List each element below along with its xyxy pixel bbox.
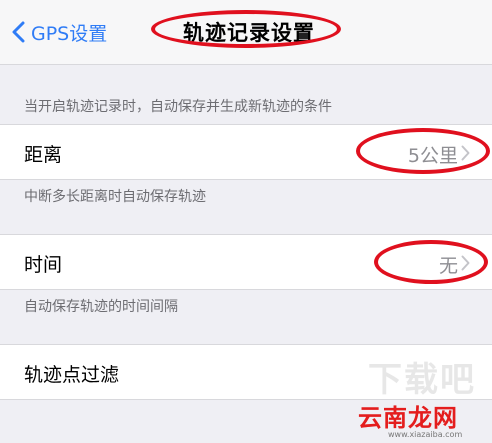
- watermark-ghost: 下载吧: [368, 360, 476, 400]
- chevron-right-icon: [461, 145, 470, 161]
- back-button-label: GPS设置: [31, 22, 108, 45]
- distance-cell[interactable]: 距离 5公里: [0, 124, 492, 180]
- page-title: 轨迹记录设置: [183, 21, 315, 45]
- chevron-right-icon: [461, 255, 470, 271]
- time-label: 时间: [24, 254, 63, 276]
- section-header: 当开启轨迹记录时，自动保存并生成新轨迹的条件: [24, 99, 332, 115]
- navigation-bar: GPS设置 轨迹记录设置: [0, 0, 492, 65]
- watermark-url: www.xiazaiba.com: [388, 430, 463, 439]
- distance-value: 5公里: [407, 145, 458, 167]
- chevron-left-icon: [12, 21, 25, 43]
- distance-footer: 中断多长距离时自动保存轨迹: [24, 189, 206, 205]
- time-value: 无: [438, 255, 458, 277]
- distance-label: 距离: [24, 144, 63, 166]
- watermark-brand: 云南龙网: [358, 404, 458, 432]
- track-filter-label: 轨迹点过滤: [24, 364, 120, 386]
- time-cell[interactable]: 时间 无: [0, 234, 492, 290]
- back-button[interactable]: GPS设置: [12, 16, 107, 48]
- time-footer: 自动保存轨迹的时间间隔: [24, 299, 178, 315]
